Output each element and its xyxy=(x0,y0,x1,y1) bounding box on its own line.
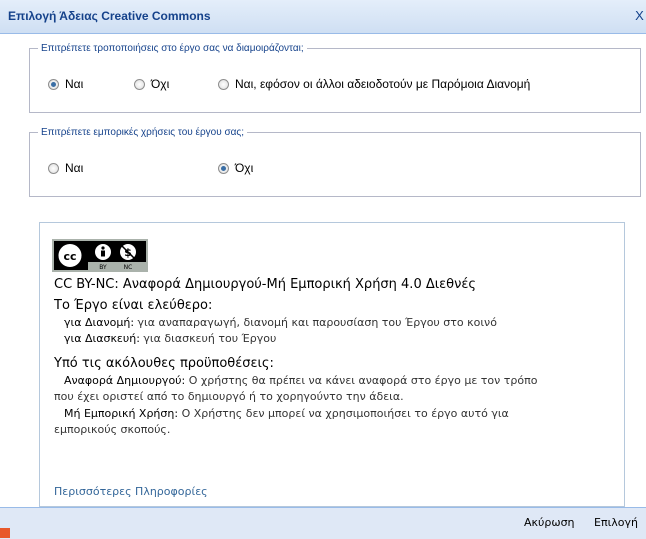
noncommercial-text-cont: εμπορικούς σκοπούς. xyxy=(54,423,171,436)
option-label: Όχι xyxy=(235,161,254,175)
modifications-option-yes[interactable]: Ναι xyxy=(48,77,83,91)
radio-icon[interactable] xyxy=(134,78,145,90)
cc-by-nc-badge: cc $ BY NC xyxy=(52,239,148,272)
commercial-legend: Επιτρέπετε εμπορικές χρήσεις του έργου σ… xyxy=(38,126,248,139)
attribution-text: Ο χρήστης θα πρέπει να κάνει αναφορά στο… xyxy=(188,374,538,387)
dialog-title: Επιλογή Άδειας Creative Commons xyxy=(8,9,211,23)
option-label: Ναι xyxy=(65,77,84,91)
modifications-fieldset: Επιτρέπετε τροποποιήσεις στο έργο σας να… xyxy=(29,42,641,113)
cancel-button[interactable]: Ακύρωση xyxy=(524,516,575,529)
remix-line: για Διασκευή: για διασκευή του Έργου xyxy=(64,332,276,345)
license-name: CC BY-NC: Αναφορά Δημιουργού-Μή Εμπορική… xyxy=(54,277,477,292)
radio-icon[interactable] xyxy=(48,162,59,174)
modifications-option-share-alike[interactable]: Ναι, εφόσον οι άλλοι αδειοδοτούν με Παρό… xyxy=(218,77,530,91)
noncommercial-line: Μή Εμπορική Χρήση: Ο Χρήστης δεν μπορεί … xyxy=(64,407,509,420)
select-button[interactable]: Επιλογή xyxy=(594,516,638,529)
dialog-body: Επιτρέπετε τροποποιήσεις στο έργο σας να… xyxy=(0,34,646,507)
share-text: για αναπαραγωγή, διανομή και παρουσίαση … xyxy=(137,316,497,329)
commercial-fieldset: Επιτρέπετε εμπορικές χρήσεις του έργου σ… xyxy=(29,126,641,197)
commercial-option-no[interactable]: Όχι xyxy=(218,161,253,175)
radio-checked-icon[interactable] xyxy=(48,78,59,90)
close-icon[interactable]: X xyxy=(633,8,646,23)
noncommercial-text: Ο Χρήστης δεν μπορεί να χρησιμοποιήσει τ… xyxy=(181,407,509,420)
remix-label: για Διασκευή: xyxy=(64,332,140,345)
free-heading: Το Έργο είναι ελεύθερο: xyxy=(54,298,213,313)
radio-checked-icon[interactable] xyxy=(218,162,229,174)
modifications-legend: Επιτρέπετε τροποποιήσεις στο έργο σας να… xyxy=(38,42,307,55)
attribution-text-cont: που έχει οριστεί από το δημιουργό ή το χ… xyxy=(54,390,404,403)
dialog-titlebar[interactable]: Επιλογή Άδειας Creative Commons X xyxy=(0,0,646,34)
nc-text: NC xyxy=(124,264,133,270)
option-label: Όχι xyxy=(151,77,170,91)
creative-commons-icon: cc $ BY NC xyxy=(54,241,146,270)
radio-icon[interactable] xyxy=(218,78,229,90)
dialog-footer: Ακύρωση Επιλογή xyxy=(0,507,646,539)
cc-text: cc xyxy=(63,250,76,263)
by-text: BY xyxy=(99,264,107,270)
license-dialog: Επιλογή Άδειας Creative Commons X Επιτρέ… xyxy=(0,0,646,539)
more-info-link[interactable]: Περισσότερες Πληροφορίες xyxy=(54,485,208,498)
attribution-label: Αναφορά Δημιουργού: xyxy=(64,374,186,387)
corner-accent xyxy=(0,528,10,538)
commercial-option-yes[interactable]: Ναι xyxy=(48,161,83,175)
share-line: για Διανομή: για αναπαραγωγή, διανομή κα… xyxy=(64,316,497,329)
conditions-heading: Υπό τις ακόλουθες προϋποθέσεις: xyxy=(54,356,274,371)
option-label: Ναι, εφόσον οι άλλοι αδειοδοτούν με Παρό… xyxy=(235,77,531,91)
remix-text: για διασκευή του Έργου xyxy=(143,332,277,345)
attribution-line: Αναφορά Δημιουργού: Ο χρήστης θα πρέπει … xyxy=(64,374,537,387)
share-label: για Διανομή: xyxy=(64,316,135,329)
option-label: Ναι xyxy=(65,161,84,175)
noncommercial-label: Μή Εμπορική Χρήση: xyxy=(64,407,179,420)
modifications-option-no[interactable]: Όχι xyxy=(134,77,169,91)
license-info-panel: cc $ BY NC CC BY-NC: Αναφορά Δημιουργού-… xyxy=(39,222,625,507)
